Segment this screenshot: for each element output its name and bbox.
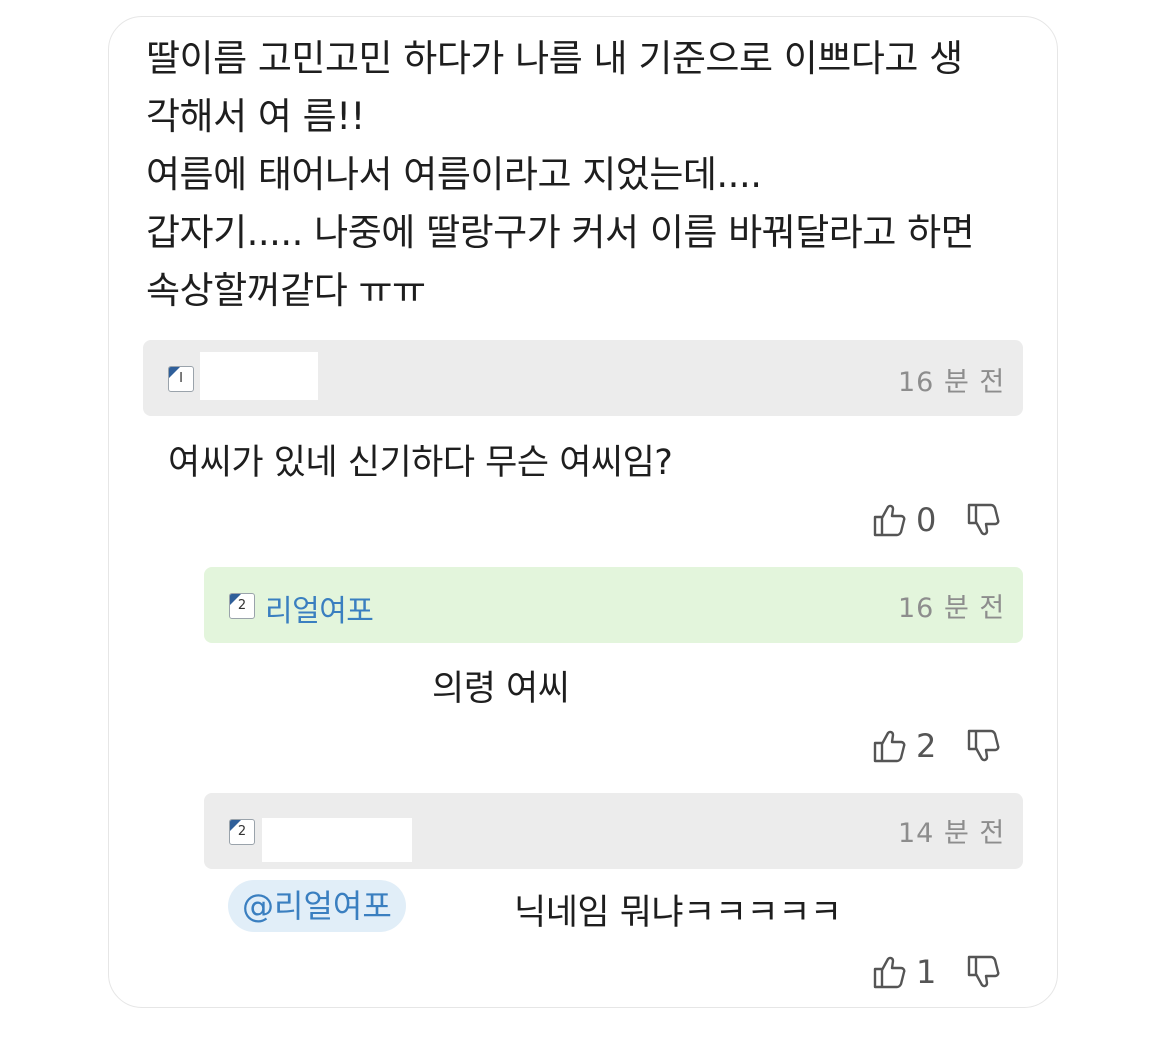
comment-author[interactable]: 리얼여포 xyxy=(265,586,374,630)
post-line: 여름에 태어나서 여름이라고 지었는데.... xyxy=(146,153,762,196)
comment-text: 여씨가 있네 신기하다 무슨 여씨임? xyxy=(168,443,673,483)
thumbs-up-icon[interactable] xyxy=(872,728,906,764)
level-badge-icon: 2 xyxy=(229,819,255,845)
post-body: 딸이름 고민고민 하다가 나름 내 기준으로 이쁘다고 생 각해서 여 름!! … xyxy=(146,30,1026,320)
post-line: 딸이름 고민고민 하다가 나름 내 기준으로 이쁘다고 생 xyxy=(146,37,963,80)
comment-votes: 2 xyxy=(872,726,1002,766)
level-badge-icon: I xyxy=(168,366,194,392)
thumbs-up-icon[interactable] xyxy=(872,954,906,990)
comment-votes: 1 xyxy=(872,952,1002,992)
mention-tag[interactable]: @리얼여포 xyxy=(228,880,406,932)
like-count: 0 xyxy=(916,501,937,539)
like-count: 1 xyxy=(916,953,937,991)
thumbs-down-icon[interactable] xyxy=(966,728,1000,764)
redacted-author xyxy=(262,818,412,862)
comment-votes: 0 xyxy=(872,500,1002,540)
post-line: 각해서 여 름!! xyxy=(146,95,365,138)
redacted-author xyxy=(200,352,318,400)
comment-text: 닉네임 뭐냐ㅋㅋㅋㅋㅋ xyxy=(514,893,842,933)
post-line: 속상할꺼같다 ㅠㅠ xyxy=(146,269,426,312)
level-badge-icon: 2 xyxy=(229,593,255,619)
like-count: 2 xyxy=(916,727,937,765)
thumbs-down-icon[interactable] xyxy=(966,954,1000,990)
comment-time: 14 분 전 xyxy=(898,818,1006,849)
post-line: 갑자기..... 나중에 딸랑구가 커서 이름 바꿔달라고 하면 xyxy=(146,211,975,254)
thumbs-up-icon[interactable] xyxy=(872,502,906,538)
comment-text: 의령 여씨 xyxy=(432,669,570,709)
thumbs-down-icon[interactable] xyxy=(966,502,1000,538)
comment-time: 16 분 전 xyxy=(898,593,1006,624)
comment-time: 16 분 전 xyxy=(898,367,1006,398)
